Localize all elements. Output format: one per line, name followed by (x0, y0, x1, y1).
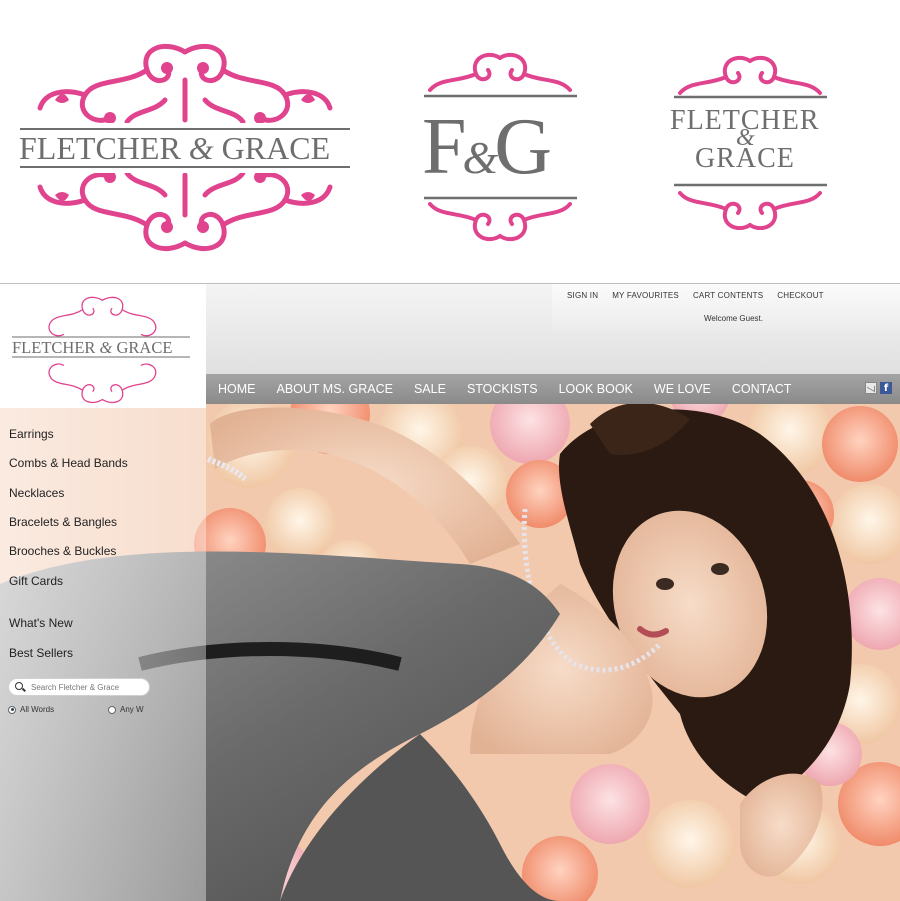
facebook-icon[interactable]: f (880, 382, 892, 394)
radio-all-words-dot[interactable] (8, 705, 16, 714)
radio-all-words-label: All Words (20, 705, 55, 714)
monogram-g: G (494, 103, 552, 191)
best-sellers-link[interactable]: Best Sellers (9, 646, 73, 660)
nav-about[interactable]: ABOUT MS. GRACE (277, 382, 393, 396)
nav-stockists[interactable]: STOCKISTS (467, 382, 538, 396)
whats-new-link[interactable]: What's New (9, 616, 73, 630)
monogram-f: F (422, 103, 466, 191)
search-icon[interactable] (15, 682, 23, 690)
category-earrings[interactable]: Earrings (9, 427, 54, 441)
welcome-message: Welcome Guest. (704, 314, 763, 323)
stacked-logo: Fletcher & Grace (668, 55, 833, 230)
site-logo[interactable]: Fletcher & Grace (0, 284, 206, 408)
radio-all-words[interactable]: All Words (8, 705, 54, 714)
cart-contents-link[interactable]: CART CONTENTS (693, 291, 763, 300)
nav-look-book[interactable]: LOOK BOOK (559, 382, 633, 396)
nav-sale[interactable]: SALE (414, 382, 446, 396)
sign-in-link[interactable]: SIGN IN (567, 291, 598, 300)
site-logo-amp: & (99, 338, 113, 357)
mail-icon[interactable] (865, 382, 877, 394)
nav-home[interactable]: HOME (218, 382, 256, 396)
website-mockup: SIGN IN MY FAVOURITES CART CONTENTS CHEC… (0, 283, 900, 901)
my-favourites-link[interactable]: MY FAVOURITES (612, 291, 679, 300)
nav-contact[interactable]: CONTACT (732, 382, 792, 396)
primary-logo: Fletcher & Grace (15, 40, 355, 255)
primary-logo-line2: Grace (221, 130, 331, 166)
social-icons: f (865, 382, 892, 394)
main-nav: HOME ABOUT MS. GRACE SALE STOCKISTS LOOK… (206, 374, 900, 404)
category-necklaces[interactable]: Necklaces (9, 486, 64, 500)
category-brooches[interactable]: Brooches & Buckles (9, 544, 116, 558)
site-logo-line1: Fletcher (12, 338, 96, 357)
utility-links: SIGN IN MY FAVOURITES CART CONTENTS CHEC… (567, 291, 824, 300)
search-box (8, 678, 150, 696)
primary-logo-amp: & (188, 130, 214, 166)
category-gift-cards[interactable]: Gift Cards (9, 574, 63, 588)
stacked-logo-line2: Grace (695, 143, 795, 174)
category-combs[interactable]: Combs & Head Bands (9, 456, 128, 470)
site-logo-line2: Grace (116, 338, 173, 357)
radio-any-words-dot[interactable] (108, 705, 116, 714)
search-input[interactable] (31, 681, 147, 693)
monogram-amp: & (462, 132, 499, 183)
nav-we-love[interactable]: WE LOVE (654, 382, 711, 396)
category-sidebar: Earrings Combs & Head Bands Necklaces Br… (0, 408, 206, 901)
radio-any-words[interactable]: Any W (108, 705, 144, 714)
logo-presentation: Fletcher & Grace F&G (0, 0, 900, 282)
primary-logo-line1: Fletcher (19, 130, 181, 166)
checkout-link[interactable]: CHECKOUT (777, 291, 824, 300)
monogram-logo: F&G (418, 52, 583, 242)
category-bracelets[interactable]: Bracelets & Bangles (9, 515, 117, 529)
radio-any-words-label: Any W (120, 705, 144, 714)
